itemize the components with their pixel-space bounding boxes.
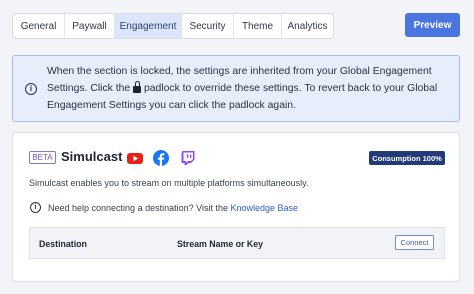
simulcast-card: BETA Simulcast Consumption 100% Simulcas…	[12, 132, 460, 282]
notice-text: When the section is locked, the settings…	[47, 63, 452, 114]
padlock-icon[interactable]	[133, 81, 142, 93]
preview-button[interactable]: Preview	[405, 13, 460, 37]
destinations-table-header: Destination Stream Name or Key Connect	[29, 227, 445, 259]
connect-button[interactable]: Connect	[395, 235, 434, 250]
tab-general[interactable]: General	[13, 14, 65, 38]
simulcast-title: Simulcast	[61, 149, 123, 164]
column-header-destination: Destination	[39, 239, 87, 249]
settings-tabs: General Paywall Engagement Security Them…	[12, 13, 334, 39]
tab-engagement[interactable]: Engagement	[115, 14, 182, 38]
help-text: Need help connecting a destination? Visi…	[48, 203, 298, 213]
twitch-icon	[181, 151, 195, 165]
youtube-icon	[127, 153, 143, 164]
tab-security[interactable]: Security	[182, 14, 234, 38]
help-text-prefix: Need help connecting a destination? Visi…	[48, 203, 228, 213]
facebook-icon	[153, 150, 169, 166]
tab-theme[interactable]: Theme	[234, 14, 282, 38]
lock-notice: i When the section is locked, the settin…	[12, 55, 460, 122]
consumption-badge: Consumption 100%	[369, 151, 445, 165]
simulcast-description: Simulcast enables you to stream on multi…	[29, 178, 309, 188]
info-icon: i	[30, 202, 41, 213]
knowledge-base-link[interactable]: Knowledge Base	[230, 203, 298, 213]
beta-badge: BETA	[29, 151, 56, 164]
tab-paywall[interactable]: Paywall	[65, 14, 115, 38]
column-header-stream: Stream Name or Key	[177, 239, 264, 249]
tab-analytics[interactable]: Analytics	[282, 14, 333, 38]
info-icon: i	[25, 83, 37, 95]
